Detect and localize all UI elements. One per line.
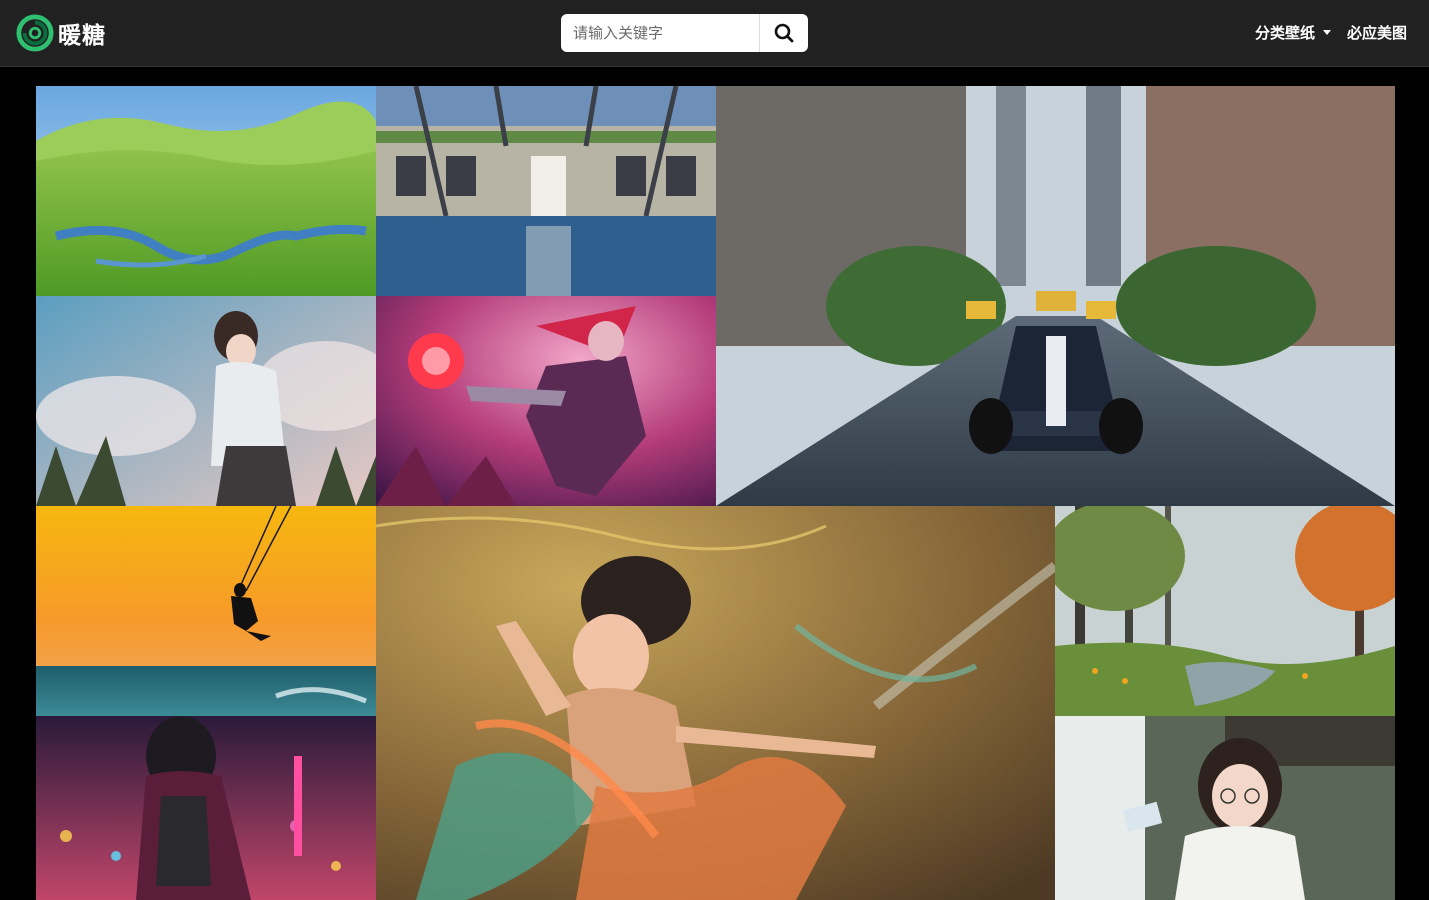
wallpaper-image [376, 86, 716, 296]
wallpaper-image [36, 296, 376, 506]
wallpaper-image [376, 296, 716, 506]
wallpaper-tile-fantasy-warrior[interactable] [376, 296, 716, 506]
caret-down-icon [1322, 30, 1331, 35]
top-navbar: 暖糖 分类壁纸 必应美图 [0, 0, 1429, 67]
nav-category-wallpapers[interactable]: 分类壁纸 [1255, 22, 1331, 43]
spiral-logo-icon [16, 14, 54, 52]
wallpaper-tile-flooded-courtyard[interactable] [376, 86, 716, 296]
search-bar [561, 14, 808, 52]
wallpaper-tile-dunhuang-dancer[interactable] [376, 506, 1055, 900]
wallpaper-tile-girl-with-glasses[interactable] [1055, 716, 1395, 900]
search-input[interactable] [561, 14, 759, 52]
wallpaper-image [1055, 716, 1395, 900]
wallpaper-image [716, 86, 1395, 506]
logo-text: 暖糖 [58, 23, 106, 49]
main-nav: 分类壁纸 必应美图 [1255, 22, 1407, 43]
search-button[interactable] [759, 14, 808, 52]
site-logo[interactable]: 暖糖 [16, 14, 106, 52]
nav-bing-label: 必应美图 [1346, 24, 1407, 42]
wallpaper-tile-misty-forest[interactable] [1055, 506, 1395, 716]
wallpaper-image [36, 506, 376, 716]
wallpaper-grid [36, 86, 1395, 900]
wallpaper-tile-f1-city[interactable] [716, 86, 1395, 506]
nav-bing-images[interactable]: 必应美图 [1347, 22, 1407, 43]
wallpaper-tile-grassland[interactable] [36, 86, 376, 296]
search-icon [774, 23, 794, 43]
wallpaper-image [36, 716, 376, 900]
wallpaper-tile-anime-girl-clouds[interactable] [36, 296, 376, 506]
wallpaper-tile-kitesurfer-sunset[interactable] [36, 506, 376, 716]
wallpaper-image [36, 86, 376, 296]
wallpaper-image [376, 506, 1055, 900]
wallpaper-tile-hooded-city-night[interactable] [36, 716, 376, 900]
nav-category-label: 分类壁纸 [1254, 24, 1315, 42]
wallpaper-image [1055, 506, 1395, 716]
